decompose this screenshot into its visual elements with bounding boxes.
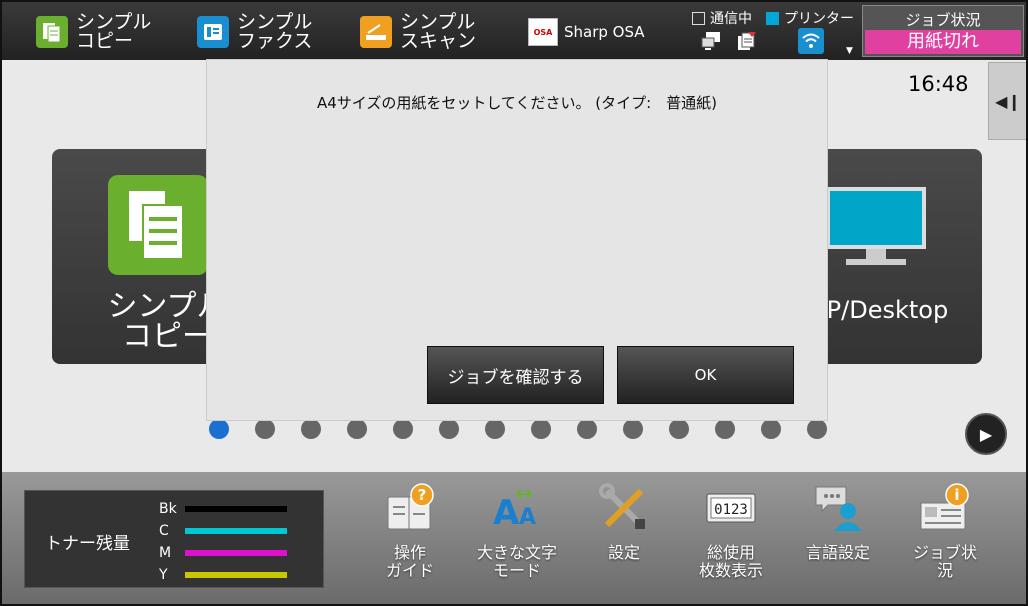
page-dot[interactable] [761,419,781,439]
network-pc-icon [700,30,722,56]
printer-indicator [766,11,779,25]
settings-button[interactable]: 設定 [574,482,674,562]
sharp-osa-label: Sharp OSA [564,22,645,41]
operation-guide-label: 操作 ガイド [385,543,434,580]
job-status-shortcut-label: ジョブ状 況 [912,543,977,580]
page-dot[interactable] [439,419,459,439]
page-dot[interactable] [531,419,551,439]
page-dot[interactable] [669,419,689,439]
page-dot[interactable] [577,419,597,439]
page-dot[interactable] [485,419,505,439]
svg-text:A: A [493,493,520,530]
toner-bar-bk [185,506,287,512]
counter-icon: 0123 [705,482,757,534]
language-settings-button[interactable]: 言語設定 [788,482,888,562]
monitor-icon [826,187,926,249]
job-info-icon: i [919,482,971,534]
printer-label: プリンター [784,11,854,27]
toner-bar-y [185,572,287,578]
sharp-osa-shortcut[interactable]: OSA Sharp OSA [528,10,645,54]
communicating-label: 通信中 [710,11,752,27]
page-dot[interactable] [255,419,275,439]
print-job-icon [734,30,758,58]
toner-row-c: C [159,523,287,539]
screen-frame: シンプル コピー シンプル ファクス シンプル スキャン OSA Sharp O… [0,0,1028,606]
toner-key: M [159,545,172,561]
toner-title: トナー残量 [45,534,130,554]
play-right-icon: ▶ [979,424,993,444]
next-page-button[interactable]: ▶ [965,413,1007,455]
page-dot[interactable] [715,419,735,439]
counter-digits: 0123 [714,502,748,518]
tools-icon [598,482,650,534]
scan-icon [360,16,392,48]
paper-out-dialog: A4サイズの用紙をセットしてください。 (タイプ: 普通紙) ジョブを確認する … [207,60,827,420]
job-status-shortcut-button[interactable]: i ジョブ状 況 [895,482,995,580]
fax-icon [197,16,229,48]
page-indicator [209,419,827,439]
ftp-desktop-tile[interactable]: TP/Desktop [812,149,982,364]
monitor-stand [866,249,886,259]
page-dot[interactable] [623,419,643,439]
language-settings-label: 言語設定 [805,543,870,562]
bottom-bar: トナー残量 Bk C M Y ? 操作 ガイド A A 大きな文字 モード 設定… [2,472,1026,604]
confirm-job-button[interactable]: ジョブを確認する [427,346,604,404]
communicating-indicator [692,11,705,25]
simple-scan-label: シンプル スキャン [400,11,477,52]
toner-key: C [159,523,169,539]
settings-label: 設定 [607,543,640,562]
copy-icon [36,16,68,48]
simple-fax-label: シンプル ファクス [237,11,313,52]
toner-row-bk: Bk [159,501,287,517]
dropdown-arrow-icon[interactable]: ▼ [846,46,853,56]
page-dot[interactable] [301,419,321,439]
job-status-button[interactable]: ジョブ状況 用紙切れ [862,5,1024,57]
page-dot[interactable] [807,419,827,439]
simple-copy-label: シンプル コピー [76,11,152,52]
top-bar: シンプル コピー シンプル ファクス シンプル スキャン OSA Sharp O… [2,2,1026,60]
simple-copy-tile[interactable]: シンプル コピー [52,149,227,364]
osa-logo-icon: OSA [528,18,558,46]
large-text-icon: AA [491,482,543,534]
status-indicators: 通信中 プリンター ▼ [690,8,860,56]
large-text-mode-button[interactable]: AA 大きな文字 モード [467,482,567,580]
toner-level-panel[interactable]: トナー残量 Bk C M Y [24,490,324,588]
language-person-icon [812,482,864,534]
toner-bar-c [185,528,287,534]
svg-text:?: ? [418,486,427,504]
svg-text:A: A [519,505,536,530]
total-count-label: 総使用 枚数表示 [698,543,763,580]
simple-fax-shortcut[interactable]: シンプル ファクス [197,10,312,54]
page-dot[interactable] [209,419,229,439]
toner-row-y: Y [159,567,287,583]
large-text-mode-label: 大きな文字 モード [476,543,557,580]
ftp-desktop-tile-label: TP/Desktop [812,296,949,324]
toner-bar-m [185,550,287,556]
toner-key: Y [159,567,168,583]
toner-row-m: M [159,545,287,561]
svg-text:i: i [954,486,959,504]
toner-key: Bk [159,501,177,517]
ok-button[interactable]: OK [617,346,794,404]
collapse-left-icon: ◀❙ [995,91,1021,111]
copy-icon [108,175,208,275]
job-status-title: ジョブ状況 [905,11,981,29]
wifi-icon [798,28,824,54]
page-dot[interactable] [347,419,367,439]
guide-book-icon: ? [384,482,436,534]
paper-out-badge: 用紙切れ [865,30,1021,54]
page-dot[interactable] [393,419,413,439]
clock: 16:48 [908,72,969,96]
dialog-message: A4サイズの用紙をセットしてください。 (タイプ: 普通紙) [317,94,717,112]
simple-scan-shortcut[interactable]: シンプル スキャン [360,10,476,54]
side-panel-toggle[interactable]: ◀❙ [988,62,1026,140]
total-count-button[interactable]: 0123 総使用 枚数表示 [681,482,781,580]
operation-guide-button[interactable]: ? 操作 ガイド [360,482,460,580]
monitor-base [846,259,906,265]
simple-copy-shortcut[interactable]: シンプル コピー [36,10,151,54]
